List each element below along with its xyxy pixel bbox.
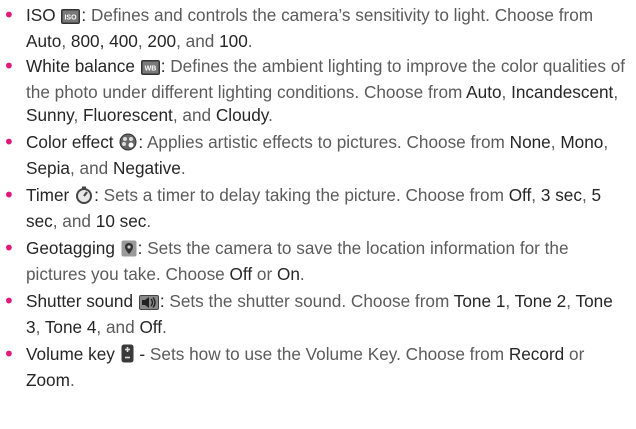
- item-text: Timer : Sets a timer to delay taking the…: [26, 184, 631, 233]
- item-separator: :: [138, 132, 144, 152]
- option-value: 800,: [70, 31, 105, 51]
- item-title: Color effect: [26, 132, 114, 152]
- item-title: Geotagging: [26, 238, 115, 258]
- description-text: ,: [613, 82, 619, 102]
- description-text: ,: [581, 185, 592, 205]
- volume-key-icon: [121, 344, 134, 369]
- option-value: Record: [508, 344, 565, 364]
- description-text: .: [162, 317, 167, 337]
- option-value: None: [509, 132, 551, 152]
- description-text: ,: [501, 82, 512, 102]
- item-separator: :: [94, 185, 99, 205]
- description-text: ,: [35, 317, 45, 337]
- option-value: Auto: [26, 31, 62, 51]
- description-text: .: [180, 158, 186, 178]
- description-text: or: [252, 264, 277, 284]
- description-text: Sets the shutter sound. Choose from: [169, 291, 454, 311]
- option-value: Negative: [112, 158, 181, 178]
- svg-text:ISO: ISO: [65, 15, 78, 22]
- option-value: Tone 2: [514, 291, 567, 311]
- bullet: •: [3, 289, 15, 313]
- option-value: 3 sec: [540, 185, 582, 205]
- option-value: Tone 4: [44, 317, 97, 337]
- description-text: .: [299, 264, 305, 284]
- description-text: .: [268, 105, 273, 125]
- shutter-sound-icon: [138, 293, 159, 316]
- description-text: Defines and controls the camera’s sensit…: [90, 5, 594, 25]
- description-text: , and: [176, 31, 220, 51]
- description-text: .: [146, 211, 152, 231]
- description-text: ,: [550, 132, 561, 152]
- description-text: Sets how to use the Volume Key. Choose f…: [149, 344, 509, 364]
- option-value: Auto: [466, 82, 502, 102]
- item-description: Sets a timer to delay taking the picture…: [26, 185, 601, 231]
- iso-icon: ISO: [61, 7, 81, 30]
- item-description: Defines and controls the camera’s sensit…: [26, 5, 593, 51]
- option-value: Tone 1: [453, 291, 506, 311]
- item-text: White balance WB: Defines the ambient li…: [26, 55, 631, 127]
- item-title: Volume key: [26, 344, 115, 364]
- option-value: Mono: [560, 132, 604, 152]
- option-value: 400: [109, 31, 138, 51]
- bullet: •: [3, 183, 15, 207]
- option-value: Cloudy: [215, 105, 269, 125]
- bullet: •: [3, 130, 15, 154]
- description-text: , and: [96, 317, 140, 337]
- option-value: Fluorescent: [83, 105, 173, 125]
- description-text: or: [564, 344, 585, 364]
- camera-settings-page: • ISO ISO: Defines and controls the came…: [0, 0, 636, 429]
- option-value: Sunny: [26, 105, 74, 125]
- item-separator: :: [137, 238, 143, 258]
- item-title: Timer: [26, 185, 70, 205]
- bullet: •: [3, 236, 15, 260]
- description-text: .: [247, 31, 253, 51]
- timer-icon: [75, 186, 93, 210]
- item-separator: :: [159, 291, 165, 311]
- option-value: 10 sec: [95, 211, 147, 231]
- option-value: Off: [139, 317, 163, 337]
- item-text: Color effect : Applies artistic effects …: [26, 131, 631, 180]
- option-value: Sepia: [26, 158, 70, 178]
- item-text: Volume key - Sets how to use the Volume …: [26, 343, 631, 392]
- color-effect-icon: [119, 133, 137, 157]
- description-text: Applies artistic effects to pictures. Ch…: [146, 132, 510, 152]
- bullet: •: [3, 342, 15, 366]
- description-text: , and: [172, 105, 216, 125]
- svg-text:WB: WB: [144, 66, 156, 73]
- item-separator: :: [81, 5, 87, 25]
- option-value: Off: [508, 185, 532, 205]
- item-title: Shutter sound: [26, 291, 134, 311]
- item-separator: -: [134, 344, 146, 364]
- option-value: Zoom: [26, 370, 70, 390]
- description-text: ,: [505, 291, 515, 311]
- option-value: On: [276, 264, 300, 284]
- bullet: •: [3, 54, 15, 78]
- option-value: Incandescent: [511, 82, 614, 102]
- item-separator: :: [160, 56, 166, 76]
- description-text: , and: [52, 211, 96, 231]
- option-value: 100: [219, 31, 248, 51]
- description-text: ,: [73, 105, 84, 125]
- item-title: ISO: [26, 5, 56, 25]
- item-description: Applies artistic effects to pictures. Ch…: [26, 132, 608, 178]
- location-pin-icon: [121, 240, 137, 263]
- description-text: ,: [566, 291, 576, 311]
- item-text: ISO ISO: Defines and controls the camera…: [26, 4, 631, 53]
- option-value: 200: [147, 31, 177, 51]
- description-text: ,: [603, 132, 609, 152]
- white-balance-icon: WB: [140, 58, 160, 81]
- description-text: ,: [531, 185, 541, 205]
- description-text: ,: [137, 31, 148, 51]
- bullet: •: [3, 3, 15, 27]
- item-text: Shutter sound : Sets the shutter sound. …: [26, 290, 631, 339]
- item-title: White balance: [26, 56, 135, 76]
- description-text: Sets a timer to delay taking the picture…: [103, 185, 509, 205]
- description-text: ,: [61, 31, 71, 51]
- description-text: , and: [69, 158, 113, 178]
- item-text: Geotagging : Sets the camera to save the…: [26, 237, 631, 286]
- option-value: Off: [229, 264, 253, 284]
- description-text: .: [69, 370, 75, 390]
